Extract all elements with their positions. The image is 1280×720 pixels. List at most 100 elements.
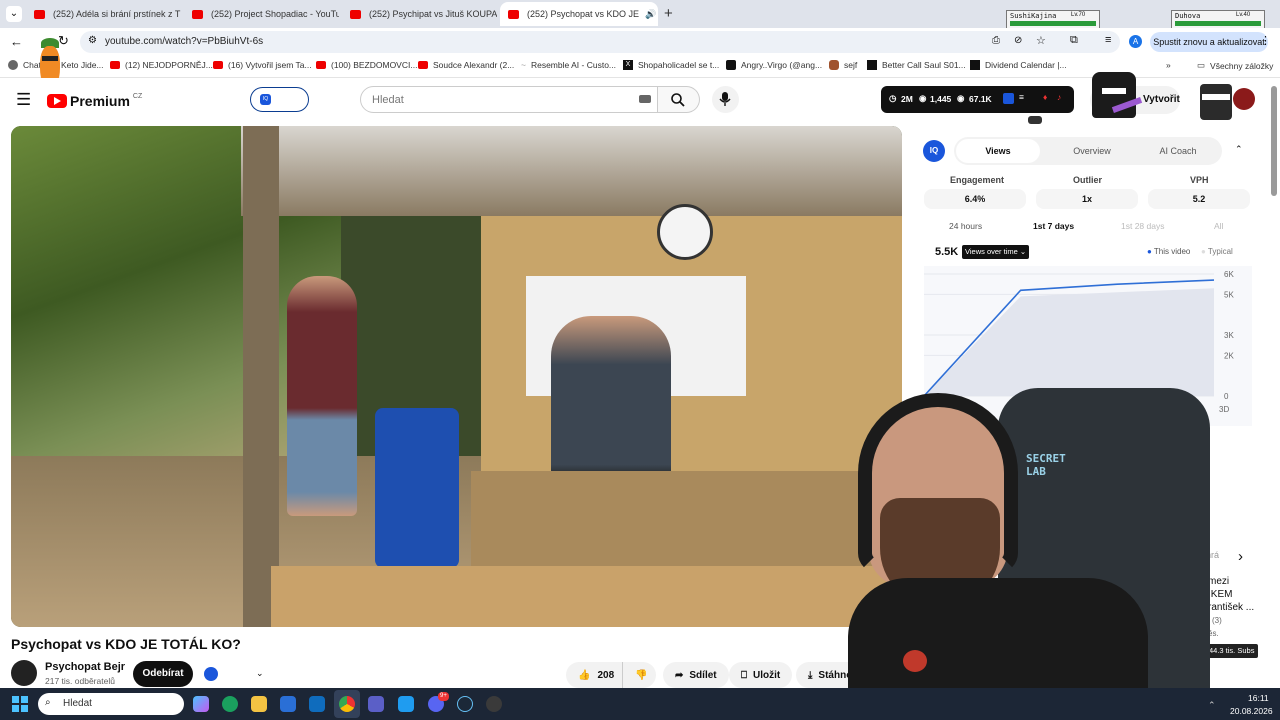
mail-icon[interactable] xyxy=(280,696,296,712)
bell-icon[interactable]: ♪ xyxy=(1057,92,1061,102)
bookmark-item[interactable]: sejf xyxy=(829,60,857,70)
avatar[interactable] xyxy=(1233,88,1255,110)
clock-icon: ◷ xyxy=(889,93,897,103)
channel-name[interactable]: Psychopat Bejr xyxy=(45,661,125,673)
range-all[interactable]: All xyxy=(1214,221,1223,231)
range-1st-7-days[interactable]: 1st 7 days xyxy=(1033,221,1074,231)
search-input[interactable]: Hledat xyxy=(372,94,404,106)
bookmark-item[interactable]: X Shopaholicadel se t... xyxy=(623,60,719,70)
site-info-icon[interactable]: ⚙ xyxy=(88,35,97,46)
copilot-icon[interactable] xyxy=(193,696,209,712)
tab-overview[interactable]: Overview xyxy=(1050,139,1134,163)
tab-psychopat-active[interactable]: (252) Psychopat vs KDO JE 🔊✕ xyxy=(500,2,658,26)
tiktok-icon xyxy=(726,60,736,70)
app-icon[interactable] xyxy=(486,696,502,712)
player2-name: Duhova xyxy=(1175,12,1201,20)
eye-off-icon[interactable]: ⊘ xyxy=(1014,35,1022,46)
tab-shopadiac[interactable]: (252) Project Shopadiac - YouTu✕ xyxy=(184,2,339,26)
iq-icon[interactable] xyxy=(1003,93,1014,104)
wave-icon: ~ xyxy=(521,60,526,70)
keyboard-icon[interactable] xyxy=(639,95,651,103)
bookmark-item[interactable]: (100) BEZDOMOVCI... xyxy=(316,60,417,70)
list-icon[interactable]: ≡ xyxy=(1019,92,1024,102)
bookmark-label: Keto Jide... xyxy=(61,60,104,70)
iq-extension-button[interactable]: IQ xyxy=(250,87,309,112)
flame-icon[interactable]: ♦ xyxy=(1043,92,1047,102)
bookmark-item[interactable]: Dividend Calendar |... xyxy=(970,60,1067,70)
like-button[interactable]: 👍 208 xyxy=(566,662,622,688)
save-label: Uložit xyxy=(753,669,781,681)
windows-start-icon[interactable] xyxy=(12,696,28,712)
teams-icon[interactable] xyxy=(368,696,384,712)
streamer-shirt xyxy=(848,578,1148,688)
page-scrollbar[interactable] xyxy=(1271,86,1277,196)
bookmark-item[interactable]: Better Call Saul S01... xyxy=(867,60,966,70)
bookmark-label: (16) Vytvořil jsem Ta... xyxy=(228,60,312,70)
bookmark-item[interactable]: (12) NEJODPORNĚJ... xyxy=(110,60,213,70)
tab-list-chevron-icon[interactable]: ⌄ xyxy=(6,6,22,22)
file-explorer-icon[interactable] xyxy=(251,696,267,712)
bookmark-item[interactable]: Soudce Alexandr (2... xyxy=(418,60,514,70)
youtube-logo[interactable]: Premium CZ xyxy=(47,93,142,109)
next-chevron-icon[interactable]: › xyxy=(1238,548,1243,565)
share-button[interactable]: ➦ Sdílet xyxy=(663,662,729,688)
search-box[interactable]: Hledat xyxy=(360,86,658,113)
bookmark-item[interactable]: ~ Resemble AI - Custo... xyxy=(521,60,616,70)
tab-ai-coach[interactable]: AI Coach xyxy=(1136,139,1220,163)
kebab-menu-icon[interactable]: ⋮ xyxy=(1260,34,1271,47)
views-over-time-dropdown[interactable]: Views over time ⌄ xyxy=(962,245,1030,259)
windows-taskbar xyxy=(0,688,1280,720)
steam-icon[interactable] xyxy=(457,696,473,712)
folder-icon: ▭ xyxy=(1197,60,1206,70)
voice-search-button[interactable] xyxy=(712,86,739,113)
install-icon[interactable]: ⎙ xyxy=(992,35,1000,46)
extensions-icon[interactable]: ⧉ xyxy=(1070,34,1078,47)
tab-psychipat[interactable]: (252) Psychipat vs Jituš KOUPAC✕ xyxy=(342,2,497,26)
chrome-icon[interactable] xyxy=(339,696,355,712)
taskbar-search[interactable]: ⌕ Hledat xyxy=(38,693,184,715)
dislike-button[interactable]: 👎 xyxy=(622,662,656,688)
legend-label: Typical xyxy=(1207,247,1233,256)
download-button[interactable]: ⤓ Stáhno xyxy=(796,662,848,688)
bookmark-star-icon[interactable]: ☆ xyxy=(1036,34,1046,47)
url-text: youtube.com/watch?v=PbBiuhVt-6s xyxy=(105,36,264,47)
media-queue-icon[interactable]: ≡ xyxy=(1105,34,1111,46)
save-button[interactable]: ⎕ Uložit xyxy=(729,662,793,688)
chevron-down-icon[interactable]: ⌄ xyxy=(256,668,264,679)
url-bar[interactable]: ⚙ youtube.com/watch?v=PbBiuhVt-6s ⎙ ⊘ ☆ … xyxy=(80,31,1120,53)
tab-adela[interactable]: (252) Adéla si brání prstínek z T✕ xyxy=(26,2,181,26)
player2-nameplate: Duhova Lv.40 xyxy=(1171,10,1265,29)
outlook-icon[interactable] xyxy=(309,696,325,712)
vscode-icon[interactable] xyxy=(398,696,414,712)
new-tab-button[interactable]: + xyxy=(664,5,673,22)
subscribe-button[interactable]: Odebírat xyxy=(133,661,193,687)
collapse-chevron-icon[interactable]: ⌃ xyxy=(1235,144,1243,155)
hamburger-menu-icon[interactable]: ☰ xyxy=(16,90,31,110)
restart-update-button[interactable]: Spustit znovu a aktualizovat xyxy=(1150,32,1268,52)
pepper-glasses xyxy=(42,56,58,61)
channel-avatar[interactable] xyxy=(11,660,37,686)
tab-views[interactable]: Views xyxy=(956,139,1040,163)
range-24-hours[interactable]: 24 hours xyxy=(949,221,982,231)
player1-hp-bar xyxy=(1010,21,1096,26)
all-bookmarks[interactable]: ▭ Všechny záložky xyxy=(1197,60,1273,71)
browser-tab-bar: ⌄ (252) Adéla si brání prstínek z T✕ (25… xyxy=(0,0,1280,29)
profile-avatar[interactable]: A xyxy=(1129,35,1142,48)
bookmark-item[interactable]: (16) Vytvořil jsem Ta... xyxy=(213,60,312,70)
search-button[interactable] xyxy=(658,86,700,113)
more-bookmarks-icon[interactable]: » xyxy=(1166,60,1171,70)
bookmarks-bar: Chat... Keto Jide... (12) NEJODPORNĚJ...… xyxy=(0,56,1280,78)
close-icon[interactable]: ✕ xyxy=(656,8,658,21)
youtube-header: ☰ Premium CZ IQ Hledat ◷ 2M ◉ 1,445 ◉ 67… xyxy=(0,78,1270,122)
speaker-icon[interactable]: 🔊 xyxy=(645,9,656,20)
bookmark-item[interactable]: Angry..Virgo (@ang... xyxy=(726,60,822,70)
range-1st-28-days[interactable]: 1st 28 days xyxy=(1121,221,1164,231)
edge-icon[interactable] xyxy=(222,696,238,712)
back-arrow-icon[interactable]: ← xyxy=(10,34,23,49)
show-hidden-icons[interactable]: ⌃ xyxy=(1208,700,1216,711)
iq-icon[interactable] xyxy=(204,667,218,681)
close-icon[interactable]: ✕ xyxy=(180,8,181,21)
video-player[interactable] xyxy=(11,126,902,627)
bookmark-item[interactable]: Keto Jide... xyxy=(61,60,104,70)
player1-name: SushiKajina xyxy=(1010,12,1057,20)
